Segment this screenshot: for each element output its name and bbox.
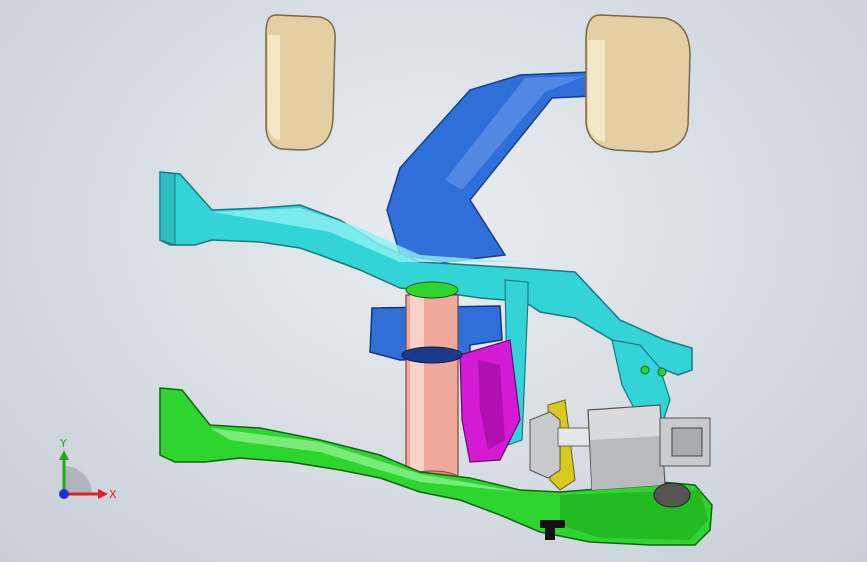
x-axis-label: X [109,488,117,501]
triad-xz-plane [64,466,92,494]
y-axis-label: Y [59,437,67,450]
pedal-assembly-model[interactable] [0,0,867,562]
y-axis-arrow-icon [59,450,69,460]
blue-pedal-bracket[interactable] [386,71,593,263]
rivet-2 [657,367,667,377]
rivet-1 [640,365,650,375]
upper-mount-tab [159,171,176,246]
coordinate-triad[interactable]: Y X [40,436,120,516]
pivot-tube[interactable] [401,281,463,486]
z-axis-dot-icon [59,489,69,499]
pedal-pad-left[interactable] [265,14,336,151]
x-axis-arrow-icon [98,489,108,499]
pedal-pad-right[interactable] [585,14,691,153]
cad-3d-viewport[interactable]: Y X [0,0,867,562]
